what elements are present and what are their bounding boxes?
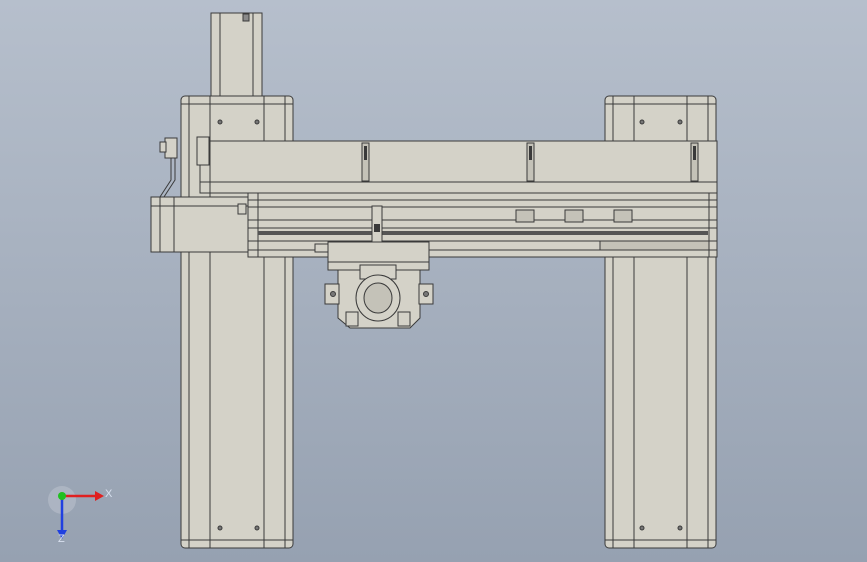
gantry-model[interactable] (0, 0, 867, 562)
axis-triad: X Z (48, 486, 113, 545)
y-axis-dot (58, 492, 66, 500)
top-motor (210, 12, 263, 98)
servo-motor (150, 196, 249, 253)
cad-viewport[interactable]: X Z (0, 0, 867, 562)
upper-crossbeam (199, 140, 718, 194)
z-axis-label: Z (58, 533, 65, 545)
gripper (324, 264, 434, 329)
x-axis-label: X (105, 488, 113, 500)
